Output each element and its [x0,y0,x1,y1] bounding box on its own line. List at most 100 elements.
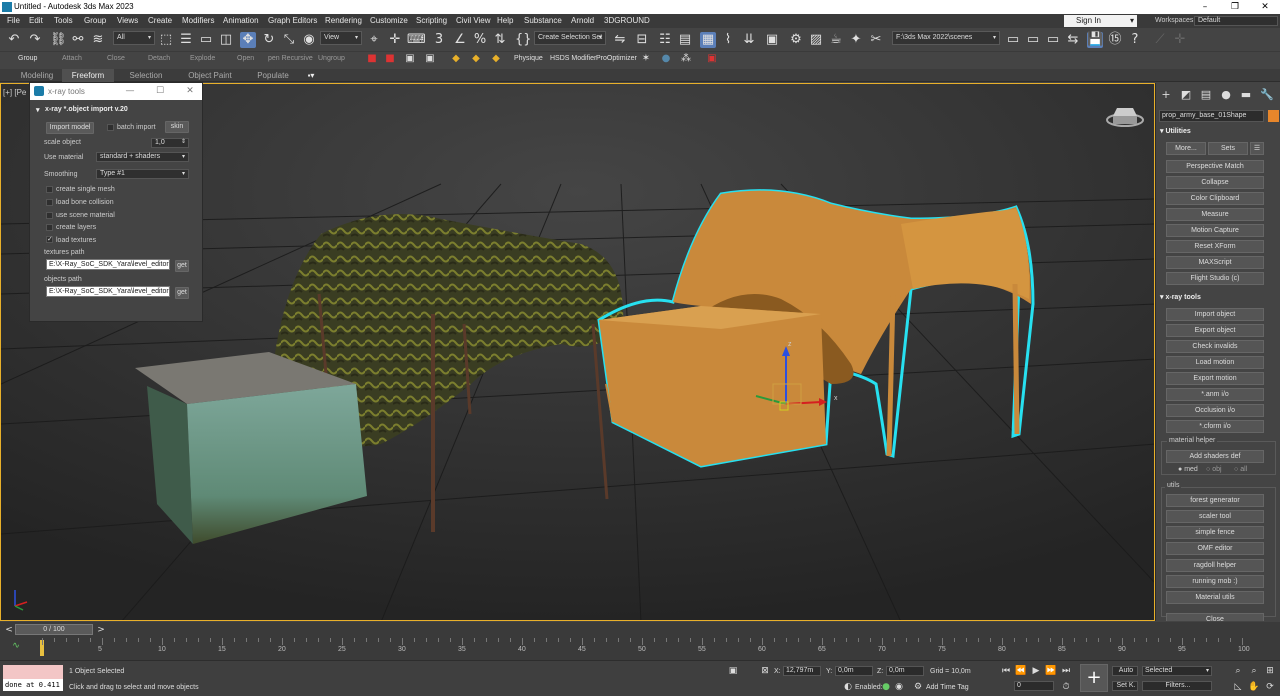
perspective-match-button[interactable]: Perspective Match [1166,160,1264,173]
autobackup-icon[interactable]: ⑮ [1107,32,1123,48]
key-filter-selected-dropdown[interactable]: Selected ▾ [1142,666,1212,676]
lock-selection-icon[interactable]: ▣ [727,665,739,677]
rendered-frame-window-icon[interactable]: ▨ [808,32,824,48]
particle-icon[interactable]: ⁂ [680,53,692,65]
occlusion-io-button[interactable]: Occlusion i/o [1166,404,1264,417]
maxscript-listener-input[interactable] [3,665,63,679]
menu-civil-view[interactable]: Civil View [456,14,491,28]
export-object-button[interactable]: Export object [1166,324,1264,337]
load-motion-button[interactable]: Load motion [1166,356,1264,369]
maximize-button[interactable]: ❐ [1220,0,1250,14]
menu-scripting[interactable]: Scripting [416,14,447,28]
explode-button[interactable]: Explode [190,55,215,62]
tool-icon[interactable]: ▣ [404,53,416,65]
ribbon-toggle-icon[interactable]: ▦ [700,32,716,48]
menu-substance[interactable]: Substance [524,14,562,28]
reference-coordinate-dropdown[interactable]: View ▾ [320,31,362,45]
time-slider[interactable]: 0 / 100 [15,624,93,635]
group-button[interactable]: Group [18,55,37,62]
red-tool-icon[interactable]: ■ [384,53,396,65]
menu-arnold[interactable]: Arnold [571,14,594,28]
pan-icon[interactable]: ✋ [1248,681,1260,693]
objects-get-button[interactable]: get [175,287,189,299]
time-tag-icon[interactable]: ⚙ [912,681,924,693]
color-clipboard-button[interactable]: Color Clipboard [1166,192,1264,205]
create-layers-checkbox[interactable] [46,224,53,231]
close-window-button[interactable]: ✕ [1250,0,1280,14]
anm-io-button[interactable]: *.anm i/o [1166,388,1264,401]
previous-key-icon[interactable]: ⏪ [1015,665,1027,677]
physique-button[interactable]: Physique [514,55,543,62]
move-icon[interactable]: ✥ [240,32,256,48]
percent-snap-icon[interactable]: % [472,32,488,48]
dialog-maximize-button[interactable]: ☐ [150,83,170,100]
unlink-icon[interactable]: ⚯ [70,32,86,48]
ungroup-button[interactable]: Ungroup [318,55,345,62]
cform-io-button[interactable]: *.cform i/o [1166,420,1264,433]
hierarchy-tab-icon[interactable]: ▤ [1199,88,1213,102]
link-icon[interactable]: ⛓ [50,32,67,48]
tab-object-paint[interactable]: Object Paint [182,69,238,82]
box-icon[interactable]: ◆ [450,53,462,65]
add-time-tag-button[interactable]: Add Time Tag [926,684,969,691]
next-key-icon[interactable]: ⏩ [1045,665,1057,677]
menu-graph-editors[interactable]: Graph Editors [268,14,317,28]
modify-tab-icon[interactable]: ◩ [1179,88,1193,102]
rectangular-selection-icon[interactable]: ▭ [198,32,214,48]
import-model-button[interactable]: Import model [46,122,94,134]
create-single-mesh-checkbox[interactable] [46,186,53,193]
menu-group[interactable]: Group [84,14,106,28]
scale-object-spinner[interactable]: 1,0 ⇕ [151,138,189,148]
menu-views[interactable]: Views [117,14,138,28]
open-recursive-button[interactable]: pen Recursive [268,55,313,62]
tab-populate[interactable]: Populate [250,69,296,82]
rollout-title[interactable]: x-ray *.object import v.20 [45,106,128,113]
attach-button[interactable]: Attach [62,55,82,62]
prooptimizer-button[interactable]: ProOptimizer [596,55,637,62]
box-icon[interactable]: ◆ [470,53,482,65]
create-tab-icon[interactable]: + [1159,88,1173,102]
use-scene-material-checkbox[interactable] [46,212,53,219]
field-of-view-icon[interactable]: ◺ [1232,681,1244,693]
prev-frame-icon[interactable]: < [3,624,15,636]
radio-all[interactable]: ○ all [1234,466,1247,473]
scene-explorer-icon[interactable]: ☷ [657,32,673,48]
skin-button[interactable]: skin [165,121,189,133]
pivot-center-icon[interactable]: ⌖ [366,32,382,48]
go-to-start-icon[interactable]: ⏮ [1000,665,1012,677]
simple-fence-button[interactable]: simple fence [1166,526,1264,539]
curve-editor-icon[interactable]: ⌇ [720,32,736,48]
orbit-icon[interactable]: ⟳ [1264,681,1276,693]
set-key-button[interactable]: Set K. [1112,681,1138,691]
export-motion-button[interactable]: Export motion [1166,372,1264,385]
spinner-arrows-icon[interactable]: ⇕ [181,138,186,146]
measure-button[interactable]: Measure [1166,208,1264,221]
z-coordinate-field[interactable]: 0,0m [886,666,924,676]
tab-selection[interactable]: Selection [122,69,170,82]
select-by-name-icon[interactable]: ☰ [178,32,194,48]
layer-explorer-icon[interactable]: ▤ [677,32,693,48]
play-icon[interactable]: ▶ [1030,665,1042,677]
utilities-tab-icon[interactable]: 🔧 [1260,88,1274,102]
workspaces-dropdown[interactable]: Default [1194,16,1278,26]
hsds-modifier-button[interactable]: HSDS Modifier [550,55,596,62]
sync-icon[interactable]: ⇆ [1065,32,1081,48]
zoom-icon[interactable]: ⌕ [1232,665,1244,677]
scaler-tool-button[interactable]: scaler tool [1166,510,1264,523]
select-manipulate-icon[interactable]: ✛ [387,32,403,48]
maxscript-button[interactable]: MAXScript [1166,256,1264,269]
utilities-rollout-title[interactable]: ▾ Utilities [1160,127,1191,135]
collapse-button[interactable]: Collapse [1166,176,1264,189]
align-icon[interactable]: ⊟ [634,32,650,48]
add-shaders-def-button[interactable]: Add shaders def [1166,450,1264,463]
reset-xform-button[interactable]: Reset XForm [1166,240,1264,253]
import-object-button[interactable]: Import object [1166,308,1264,321]
motion-tab-icon[interactable]: ● [1219,88,1233,102]
redo-icon[interactable]: ↷ [27,32,43,48]
sign-in-dropdown[interactable]: Sign In ▾ [1064,15,1137,27]
material-editor-icon[interactable]: ▣ [764,32,780,48]
tab-modeling[interactable]: Modeling [14,69,60,82]
detach-button[interactable]: Detach [148,55,170,62]
flight-studio-button[interactable]: Flight Studio (c) [1166,272,1264,285]
select-object-icon[interactable]: ⬚ [158,32,174,48]
